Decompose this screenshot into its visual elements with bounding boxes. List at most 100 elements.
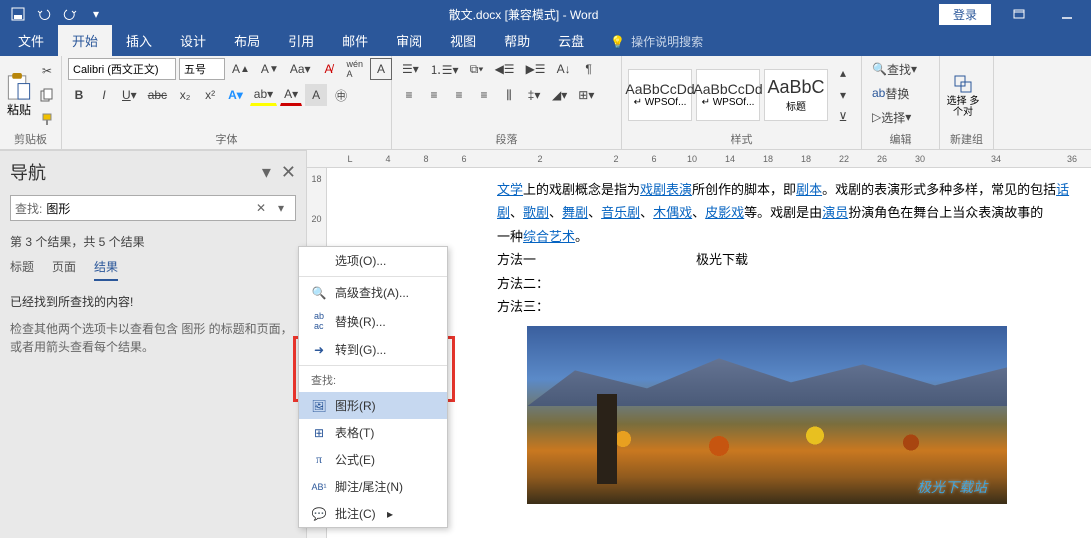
menu-footnotes[interactable]: AB¹脚注/尾注(N): [299, 473, 447, 500]
menu-goto[interactable]: ➜转到(G)...: [299, 336, 447, 363]
sort-icon[interactable]: A↓: [553, 58, 575, 80]
nav-tab-headings[interactable]: 标题: [10, 258, 34, 281]
link-puppet[interactable]: 木偶戏: [653, 205, 692, 220]
bold-icon[interactable]: B: [68, 84, 90, 106]
styles-down-icon[interactable]: ▾: [832, 84, 854, 106]
show-marks-icon[interactable]: ¶: [578, 58, 600, 80]
style-2[interactable]: AaBbCcDd↵ WPSOf...: [696, 69, 760, 121]
paste-button[interactable]: 粘贴: [6, 72, 32, 118]
menu-graphics[interactable]: 🖼图形(R): [299, 392, 447, 419]
result-count: 第 3 个结果，共 5 个结果: [10, 233, 296, 250]
nav-search-box[interactable]: 查找: ✕ ▾: [10, 195, 296, 221]
tell-me-search[interactable]: 💡 操作说明搜索: [598, 27, 715, 56]
minimize-icon[interactable]: [1047, 0, 1087, 28]
link-dance-drama[interactable]: 舞剧: [562, 205, 588, 220]
tab-references[interactable]: 引用: [274, 25, 328, 56]
justify-icon[interactable]: ≡: [473, 84, 495, 106]
underline-icon[interactable]: U ▾: [118, 84, 141, 106]
menu-advanced-find[interactable]: 🔍高级查找(A)...: [299, 279, 447, 306]
align-right-icon[interactable]: ≡: [448, 84, 470, 106]
format-painter-icon[interactable]: [36, 108, 58, 130]
undo-icon[interactable]: [32, 2, 56, 26]
ribbon-display-icon[interactable]: [999, 0, 1039, 28]
distribute-icon[interactable]: ⫼: [498, 84, 520, 106]
link-shadow[interactable]: 皮影戏: [705, 205, 744, 220]
nav-search-input[interactable]: [46, 201, 251, 215]
horizontal-ruler[interactable]: L486226101418182226303436: [307, 150, 1091, 168]
link-composite-art[interactable]: 综合艺术: [523, 229, 575, 244]
char-shading-icon[interactable]: A: [305, 84, 327, 106]
styles-up-icon[interactable]: ▴: [832, 62, 854, 84]
bullets-icon[interactable]: ☰▾: [398, 58, 423, 80]
link-musical[interactable]: 音乐剧: [601, 205, 640, 220]
font-size-combo[interactable]: 五号: [179, 58, 225, 80]
search-dropdown-icon[interactable]: ▾: [271, 201, 291, 215]
line-spacing-icon[interactable]: ‡▾: [523, 84, 545, 106]
tab-design[interactable]: 设计: [166, 25, 220, 56]
font-color-icon[interactable]: A▾: [280, 84, 302, 106]
link-drama-perf[interactable]: 戏剧表演: [640, 182, 692, 197]
strikethrough-icon[interactable]: abc: [144, 84, 171, 106]
tab-cloud[interactable]: 云盘: [544, 25, 598, 56]
highlight-icon[interactable]: ab▾: [250, 84, 277, 106]
tab-layout[interactable]: 布局: [220, 25, 274, 56]
redo-icon[interactable]: [58, 2, 82, 26]
select-multi-button[interactable]: 选择 多个对: [946, 72, 980, 118]
enclose-char-icon[interactable]: ㊥: [330, 84, 352, 106]
char-border-icon[interactable]: A: [370, 58, 392, 80]
borders-icon[interactable]: ⊞▾: [574, 84, 598, 106]
nav-message: 已经找到所查找的内容!: [10, 293, 296, 310]
landscape-image[interactable]: 极光下载站: [527, 326, 1007, 504]
save-icon[interactable]: [6, 2, 30, 26]
copy-icon[interactable]: [36, 84, 58, 106]
change-case-icon[interactable]: Aa▾: [286, 58, 315, 80]
decrease-indent-icon[interactable]: ◀☰: [491, 58, 519, 80]
replace-button[interactable]: ab 替换: [868, 82, 913, 104]
increase-font-icon[interactable]: A▲: [228, 58, 254, 80]
numbering-icon[interactable]: ⒈☰▾: [426, 58, 463, 80]
superscript-icon[interactable]: x²: [199, 84, 221, 106]
tab-view[interactable]: 视图: [436, 25, 490, 56]
phonetic-icon[interactable]: wénA: [343, 58, 368, 80]
tab-home[interactable]: 开始: [58, 25, 112, 56]
tab-help[interactable]: 帮助: [490, 25, 544, 56]
tab-review[interactable]: 审阅: [382, 25, 436, 56]
select-button[interactable]: ▷ 选择 ▾: [868, 106, 915, 128]
menu-options[interactable]: 选项(O)...: [299, 247, 447, 274]
decrease-font-icon[interactable]: A▼: [257, 58, 283, 80]
nav-close-icon[interactable]: ✕: [281, 162, 296, 183]
link-literature[interactable]: 文学: [497, 182, 523, 197]
tab-mailings[interactable]: 邮件: [328, 25, 382, 56]
subscript-icon[interactable]: x₂: [174, 84, 196, 106]
find-button[interactable]: 🔍 查找 ▾: [868, 58, 921, 80]
cut-icon[interactable]: ✂: [36, 60, 58, 82]
shading-icon[interactable]: ◢▾: [548, 84, 571, 106]
clear-format-icon[interactable]: A̸: [318, 58, 340, 80]
text-effects-icon[interactable]: A▾: [224, 84, 247, 106]
align-left-icon[interactable]: ≡: [398, 84, 420, 106]
menu-tables[interactable]: ⊞表格(T): [299, 419, 447, 446]
link-actor[interactable]: 演员: [822, 205, 848, 220]
styles-more-icon[interactable]: ⊻: [832, 106, 854, 128]
multilevel-icon[interactable]: ⧉▾: [466, 58, 488, 80]
menu-comments[interactable]: 💬批注(C) ▸: [299, 500, 447, 527]
qat-more-icon[interactable]: ▾: [84, 2, 108, 26]
nav-tab-results[interactable]: 结果: [94, 258, 118, 281]
increase-indent-icon[interactable]: ▶☰: [522, 58, 550, 80]
italic-icon[interactable]: I: [93, 84, 115, 106]
link-script[interactable]: 剧本: [796, 182, 822, 197]
login-button[interactable]: 登录: [939, 4, 991, 25]
nav-dropdown-icon[interactable]: ▾: [262, 162, 271, 183]
goto-icon: ➜: [311, 343, 327, 357]
menu-replace[interactable]: abac替换(R)...: [299, 306, 447, 336]
clear-search-icon[interactable]: ✕: [251, 201, 271, 215]
align-center-icon[interactable]: ≡: [423, 84, 445, 106]
link-opera[interactable]: 歌剧: [523, 205, 549, 220]
tab-file[interactable]: 文件: [4, 25, 58, 56]
tab-insert[interactable]: 插入: [112, 25, 166, 56]
style-3[interactable]: AaBbC标题: [764, 69, 828, 121]
nav-tab-pages[interactable]: 页面: [52, 258, 76, 281]
style-1[interactable]: AaBbCcDd↵ WPSOf...: [628, 69, 692, 121]
font-name-combo[interactable]: Calibri (西文正文): [68, 58, 176, 80]
menu-equations[interactable]: π公式(E): [299, 446, 447, 473]
